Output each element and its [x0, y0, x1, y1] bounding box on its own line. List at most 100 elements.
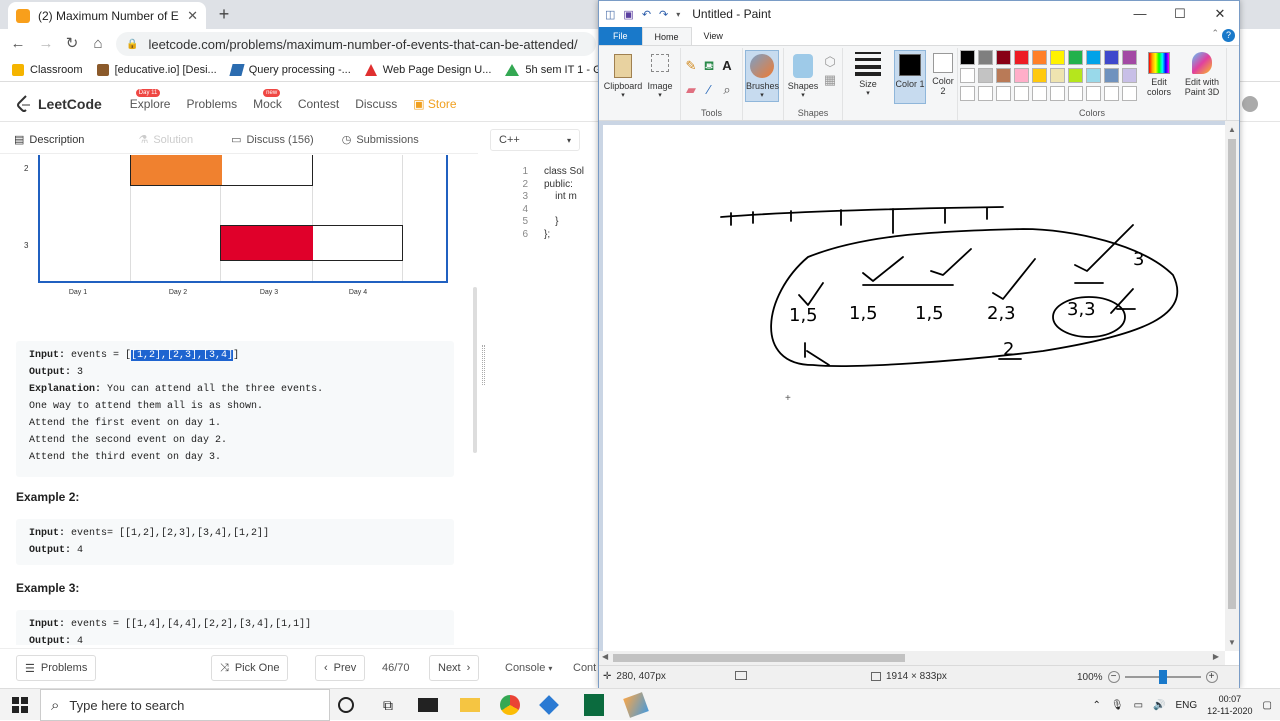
text-icon[interactable]: A: [719, 58, 735, 74]
palette-swatch-empty[interactable]: [1086, 86, 1101, 101]
home-icon[interactable]: ⌂: [88, 34, 108, 54]
paint-taskbar-icon[interactable]: [623, 692, 649, 718]
task-view-icon[interactable]: ⧉: [378, 695, 398, 715]
contribute-button[interactable]: Cont: [573, 662, 596, 674]
volume-icon[interactable]: 🔊: [1153, 700, 1165, 711]
image-button[interactable]: Image ▾: [643, 54, 677, 101]
zoom-out-icon[interactable]: −: [1107, 671, 1120, 683]
palette-swatch-empty[interactable]: [1014, 86, 1029, 101]
vertical-scrollbar[interactable]: ▲ ▼: [1225, 121, 1239, 651]
clipboard-button[interactable]: Clipboard ▾: [603, 54, 643, 101]
nav-contest[interactable]: Contest: [298, 97, 339, 111]
language-indicator[interactable]: ENG: [1176, 700, 1198, 711]
console-button[interactable]: Console ▾: [505, 662, 552, 674]
back-icon[interactable]: ←: [8, 34, 28, 54]
next-button[interactable]: Next ›: [429, 655, 480, 681]
tab-view[interactable]: View: [692, 27, 735, 45]
redo-icon[interactable]: ↷: [659, 8, 668, 21]
fill-shape-icon[interactable]: ▦: [822, 72, 838, 88]
clock[interactable]: 00:07 12-11-2020: [1207, 693, 1252, 717]
tab-file[interactable]: File: [599, 27, 642, 45]
palette-swatch[interactable]: [978, 50, 993, 65]
palette-swatch[interactable]: [1122, 50, 1137, 65]
bookmark-webpage[interactable]: Web Page Design U...: [364, 63, 491, 76]
palette-swatch-empty[interactable]: [1032, 86, 1047, 101]
pencil-icon[interactable]: ✎: [683, 58, 699, 74]
size-button[interactable]: Size ▾: [853, 52, 883, 99]
bookmark-educative[interactable]: [educative.io] [Desi...: [96, 63, 217, 76]
palette-swatch[interactable]: [1032, 50, 1047, 65]
color-picker-icon[interactable]: ⁄: [701, 82, 717, 98]
windows-start-icon[interactable]: [12, 697, 28, 713]
zoom-slider-thumb[interactable]: [1158, 670, 1167, 684]
zoom-slider[interactable]: [1124, 670, 1201, 684]
palette-swatch-empty[interactable]: [960, 86, 975, 101]
taskbar-search[interactable]: ⌕ Type here to search: [40, 689, 330, 721]
palette-swatch-empty[interactable]: [978, 86, 993, 101]
new-tab-icon[interactable]: +: [214, 5, 234, 25]
address-bar[interactable]: 🔒 leetcode.com/problems/maximum-number-o…: [116, 32, 596, 56]
color1-button[interactable]: Color 1: [894, 50, 926, 104]
palette-swatch[interactable]: [1032, 68, 1047, 83]
outline-icon[interactable]: ⬡: [822, 54, 838, 70]
palette-swatch[interactable]: [1104, 68, 1119, 83]
palette-swatch-empty[interactable]: [1050, 86, 1065, 101]
palette-swatch-empty[interactable]: [1122, 86, 1137, 101]
panel-splitter[interactable]: [482, 345, 485, 385]
nav-store[interactable]: ▣ Store: [413, 97, 456, 111]
palette-swatch[interactable]: [1014, 50, 1029, 65]
file-explorer-icon[interactable]: [460, 698, 480, 712]
palette-swatch[interactable]: [1086, 50, 1101, 65]
browser-tab[interactable]: (2) Maximum Number of Events ✕: [8, 2, 206, 29]
collapse-ribbon-icon[interactable]: ⌃: [1211, 28, 1219, 39]
avatar[interactable]: [1242, 96, 1258, 112]
scroll-up-icon[interactable]: ▲: [1228, 125, 1236, 134]
leetcode-logo[interactable]: LeetCode: [16, 94, 102, 113]
maximize-icon[interactable]: ☐: [1160, 1, 1200, 27]
vscode-icon[interactable]: [539, 695, 559, 715]
selected-text[interactable]: [1,2],[2,3],[3,4]: [131, 350, 234, 361]
palette-swatch[interactable]: [1086, 68, 1101, 83]
brushes-button[interactable]: Brushes ▾: [745, 50, 779, 102]
eraser-icon[interactable]: ▰: [683, 82, 699, 98]
vscroll-thumb[interactable]: [1228, 139, 1236, 609]
hscroll-thumb[interactable]: [613, 654, 905, 662]
scroll-right-icon[interactable]: ▶: [1213, 652, 1219, 661]
fill-icon[interactable]: ⛾: [701, 58, 717, 74]
description-scrollbar[interactable]: [473, 287, 477, 453]
scroll-left-icon[interactable]: ◀: [602, 652, 608, 661]
terminal-icon[interactable]: [418, 698, 438, 712]
nav-mock[interactable]: new Mock: [253, 88, 282, 111]
tab-solution[interactable]: ⚗ Solution: [124, 126, 207, 154]
prev-button[interactable]: ‹ Prev: [315, 655, 366, 681]
palette-swatch[interactable]: [1050, 68, 1065, 83]
drawing-canvas[interactable]: 1,5 1,5 1,5 2,3 3,3 3 2 +: [603, 125, 1225, 651]
pick-one-button[interactable]: ⤨ Pick One: [211, 655, 289, 681]
palette-swatch[interactable]: [1068, 68, 1083, 83]
palette-swatch-empty[interactable]: [1104, 86, 1119, 101]
language-select[interactable]: C++ ▾: [490, 129, 580, 151]
forward-icon[interactable]: →: [36, 34, 56, 54]
close-tab-icon[interactable]: ✕: [187, 8, 198, 24]
nav-discuss[interactable]: Discuss: [355, 97, 397, 111]
cortana-icon[interactable]: [338, 697, 354, 713]
paint3d-button[interactable]: Edit with Paint 3D: [1180, 52, 1224, 97]
tab-discuss[interactable]: ▭ Discuss (156): [217, 126, 328, 154]
palette-swatch[interactable]: [978, 68, 993, 83]
chrome-icon[interactable]: [500, 695, 520, 715]
customize-icon[interactable]: ▾: [676, 10, 680, 19]
shapes-button[interactable]: Shapes ▾: [786, 54, 820, 101]
horizontal-scrollbar[interactable]: ◀ ▶: [599, 651, 1225, 665]
reload-icon[interactable]: ↻: [62, 34, 82, 54]
sublime-icon[interactable]: [584, 694, 604, 716]
nav-problems[interactable]: Problems: [186, 97, 237, 111]
microphone-icon[interactable]: 🎙: [1111, 700, 1124, 711]
palette-swatch-empty[interactable]: [1068, 86, 1083, 101]
help-icon[interactable]: ?: [1222, 29, 1235, 42]
palette-swatch[interactable]: [1014, 68, 1029, 83]
magnifier-icon[interactable]: ⌕: [719, 82, 735, 98]
tab-home[interactable]: Home: [641, 27, 692, 45]
chevron-up-icon[interactable]: ⌃: [1093, 700, 1101, 711]
tab-submissions[interactable]: ◷ Submissions: [328, 126, 433, 154]
save-icon[interactable]: ▣: [623, 8, 633, 21]
